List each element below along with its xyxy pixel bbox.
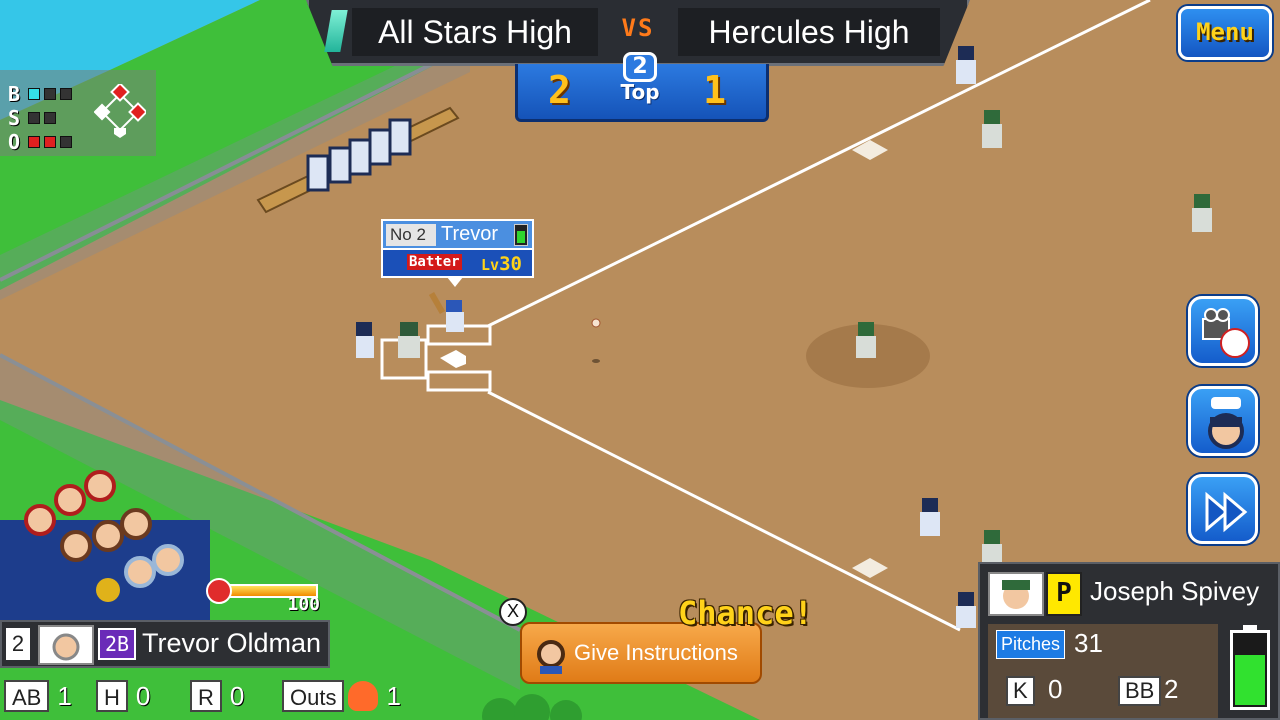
strike-row: S (8, 106, 56, 130)
third-base-coach (956, 592, 976, 628)
stat-ab: AB 1 (4, 678, 72, 714)
power-value: 100 (287, 594, 320, 615)
first-baseman (982, 110, 1002, 148)
stat-h: H 0 (96, 678, 150, 714)
manager-face-icon (537, 640, 565, 674)
pitches-label: Pitches (996, 630, 1066, 659)
camera-pitch-button[interactable] (1188, 296, 1258, 366)
fast-forward-button[interactable] (1188, 474, 1258, 544)
outs-value: 1 (386, 680, 401, 711)
batter-panel: 2 2B Trevor Oldman (0, 620, 330, 668)
chance-banner: Chance! (678, 594, 813, 632)
batter-position: 2B (98, 628, 136, 660)
bso-count: B S O (0, 70, 156, 156)
ball-lamp (28, 88, 40, 100)
ball-shadow (592, 359, 600, 363)
pitcher-stats: Pitches 31 K 0 BB 2 (988, 624, 1218, 718)
right-fielder (1192, 194, 1212, 232)
inning-number: 2 (623, 52, 657, 82)
out-lamp (60, 136, 72, 148)
menu-button[interactable]: Menu (1178, 6, 1272, 60)
home-team-name: Hercules High (678, 8, 940, 56)
tag-lv-value: 30 (499, 253, 522, 275)
strike-lamp (44, 112, 56, 124)
r-label: R (190, 680, 222, 712)
k-label: K (1006, 676, 1035, 706)
out-letter: O (8, 130, 21, 154)
pitches-value: 31 (1074, 628, 1103, 658)
tag-no-label: No (390, 225, 412, 244)
tag-footer: Batter Lv30 (381, 250, 534, 278)
tag-player-name: Trevor (441, 223, 499, 245)
inning-half: Top (620, 80, 660, 104)
third-base (852, 558, 888, 578)
speak-coach-icon (1208, 397, 1244, 449)
ab-value: 1 (57, 680, 72, 711)
batter-avatar (38, 625, 94, 665)
catcher-player (398, 322, 420, 358)
k-value: 0 (1048, 674, 1063, 704)
batting-order: 2 (6, 628, 30, 660)
pitcher-position: P (1046, 572, 1082, 616)
out-lamp (44, 136, 56, 148)
close-instructions-button[interactable]: X (499, 598, 527, 626)
battery-icon (514, 224, 528, 246)
stat-r: R 0 (190, 678, 244, 714)
bb-value: 2 (1164, 674, 1179, 704)
bb-label: BB (1118, 676, 1162, 706)
out-row: O (8, 130, 72, 154)
batter-box-bottom (426, 370, 492, 392)
tag-level: Lv30 (481, 253, 522, 275)
pitcher-panel: P Joseph Spivey Pitches 31 K 0 BB 2 (978, 562, 1280, 720)
h-value: 0 (135, 680, 151, 711)
ball-row: B (8, 82, 72, 106)
tag-header: No 2 Trevor (381, 219, 534, 250)
talk-coach-button[interactable] (1188, 386, 1258, 456)
stamina-battery-icon (1230, 625, 1270, 710)
batter-name: Trevor Oldman (142, 628, 322, 658)
runner-player (920, 498, 940, 536)
batter-stats: AB 1 H 0 R 0 Outs 1 (0, 674, 440, 720)
ball-lamp (44, 88, 56, 100)
stamina-fill (1235, 654, 1265, 705)
pitcher-face-icon (1002, 580, 1030, 609)
umpire-player (356, 322, 374, 358)
away-score: 2 (548, 68, 571, 112)
vs-label: VS (621, 14, 655, 42)
out-lamp (28, 136, 40, 148)
ball-lamp (60, 88, 72, 100)
batter-face-icon (52, 633, 80, 661)
batter-power-gauge: 100 (206, 578, 320, 615)
pitcher-avatar (988, 572, 1044, 616)
away-team-name: All Stars High (352, 8, 598, 56)
outs-label: Outs (282, 680, 345, 712)
tag-no-value: 2 (416, 225, 426, 244)
tag-lv-label: Lv (481, 256, 500, 274)
third-baseman (982, 530, 1002, 566)
inning-badge: 2 Top (614, 52, 666, 118)
baseball (591, 318, 601, 328)
ball-letter: B (8, 82, 21, 106)
power-fist-icon (206, 578, 232, 604)
stat-outs: Outs 1 (282, 678, 401, 714)
fast-forward-icon (1205, 491, 1248, 533)
pitcher-player (856, 322, 876, 358)
tag-role: Batter (407, 254, 462, 270)
home-plate (440, 350, 466, 368)
strike-letter: S (8, 106, 21, 130)
ab-label: AB (4, 680, 50, 712)
camera-pitch-icon (1202, 308, 1250, 358)
score-panel: 2 2 Top 1 (515, 52, 769, 122)
batter-tag: No 2 Trevor Batter Lv30 (381, 219, 534, 287)
strike-lamp (28, 112, 40, 124)
tag-number: No 2 (386, 224, 436, 246)
pitcher-name: Joseph Spivey (1090, 576, 1260, 606)
home-score: 1 (703, 68, 726, 112)
tag-pointer (447, 277, 463, 287)
give-instructions-label: Give Instructions (574, 640, 738, 665)
h-label: H (96, 680, 128, 712)
octopus-icon (348, 681, 379, 711)
base-runners-icon (94, 84, 146, 138)
r-value: 0 (229, 680, 245, 711)
